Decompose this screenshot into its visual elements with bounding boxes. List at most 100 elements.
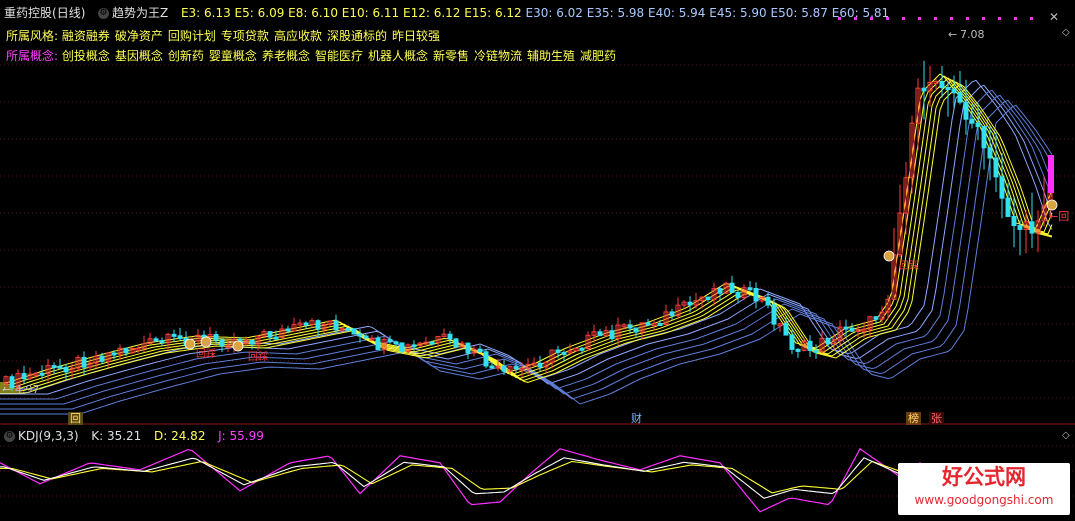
ema-short-value-3: E10: 6.11 [341, 6, 404, 20]
candle-body [627, 324, 633, 329]
cai-marker[interactable]: 财 [629, 412, 644, 425]
concept-tag-5[interactable]: 智能医疗 [315, 49, 363, 63]
candle-body [753, 288, 759, 302]
concept-tag-4[interactable]: 养老概念 [262, 49, 310, 63]
concept-tag-6[interactable]: 机器人概念 [368, 49, 428, 63]
candle-body [315, 320, 321, 330]
candle-body [765, 296, 771, 306]
watermark-logo: 好公式网 www.goodgongshi.com [898, 463, 1070, 515]
candle-body [273, 336, 279, 340]
diamond-icon[interactable]: ◇ [1062, 27, 1070, 38]
candle-body [921, 87, 927, 92]
close-icon[interactable]: ✕ [1049, 10, 1059, 24]
candle-body [669, 311, 675, 317]
indicator-name[interactable]: 趋势为王Z [112, 6, 168, 20]
candle-body [939, 80, 945, 89]
candle-body [729, 282, 735, 293]
top-dot [966, 17, 969, 20]
style-row: 所属风格: 融资融券 破净资产 回购计划 专项贷款 高应收款 深股通标的 昨日较强 [6, 27, 445, 44]
candle-body [387, 339, 393, 343]
kdj-title[interactable]: KDJ(9,3,3) [18, 429, 79, 443]
candle-body [975, 122, 981, 128]
stock-title[interactable]: 重药控股 [4, 6, 52, 20]
style-tag-3[interactable]: 专项贷款 [221, 29, 269, 43]
style-tag-5[interactable]: 深股通标的 [327, 29, 387, 43]
candle-body [645, 322, 651, 326]
concept-tag-3[interactable]: 婴童概念 [209, 49, 257, 63]
style-tag-2[interactable]: 回购计划 [168, 29, 216, 43]
candle-body [111, 352, 117, 356]
candle-body [807, 340, 813, 351]
candle-body [249, 340, 255, 345]
ema-long-value-1: E35: 5.98 [586, 6, 649, 20]
candle-body [999, 176, 1005, 199]
last-candle [1048, 155, 1054, 193]
candle-body [357, 333, 363, 337]
concept-tag-9[interactable]: 辅助生殖 [527, 49, 575, 63]
candle-body [963, 101, 969, 120]
style-tag-6[interactable]: 昨日较强 [392, 29, 440, 43]
ema-short-value-0: E3: 6.13 [180, 6, 235, 20]
candle-body [501, 365, 507, 372]
top-dot [950, 17, 953, 20]
candle-body [177, 335, 183, 340]
signal-label-2: 回踩 [248, 351, 268, 363]
candle-body [873, 316, 879, 320]
ema-short-values: E3: 6.13 E5: 6.09 E8: 6.10 E10: 6.11 E12… [181, 6, 526, 20]
candle-body [285, 328, 291, 332]
candle-body [771, 304, 777, 325]
watermark-title: 好公式网 [942, 465, 1026, 489]
candle-body [957, 92, 963, 103]
kdj-settings-icon[interactable]: ⚙ [4, 431, 15, 442]
concept-tag-0[interactable]: 创投概念 [62, 49, 110, 63]
candle-body [483, 351, 489, 367]
bang-marker[interactable]: 榜 [906, 412, 921, 425]
candle-body [213, 334, 219, 341]
candle-body [411, 344, 417, 348]
hui-marker[interactable]: 回 [68, 412, 83, 425]
high-price-arrow: ← [948, 28, 957, 41]
ema-short-value-5: E15: 6.12 [464, 6, 526, 20]
candle-body [21, 373, 27, 380]
kdj-k-label: K: [91, 429, 104, 443]
indicator-header: 重药控股(日线) ⚙ 趋势为王Z E3: 6.13 E5: 6.09 E8: 6.… [4, 4, 889, 21]
concept-tag-2[interactable]: 创新药 [168, 49, 204, 63]
right-signal-label: ←回 [1049, 210, 1069, 223]
ema-long-value-4: E50: 5.87 [770, 6, 832, 20]
style-tag-4[interactable]: 高应收款 [274, 29, 322, 43]
concept-tag-1[interactable]: 基因概念 [115, 49, 163, 63]
candle-body [993, 157, 999, 178]
concept-tags: 创投概念 基因概念 创新药 婴童概念 养老概念 智能医疗 机器人概念 新零售 冷链物流 辅助生殖减… [62, 49, 621, 63]
ema-long-values: E30: 6.02 E35: 5.98 E40: 5.94 E45: 5.90 … [526, 6, 890, 20]
low-price-arrow: ← [2, 383, 11, 396]
candle-body [657, 323, 663, 327]
candle-body [555, 349, 561, 353]
candle-body [51, 365, 57, 369]
candlesticks [3, 60, 1054, 392]
concept-tag-7[interactable]: 新零售 [433, 49, 469, 63]
candle-body [513, 366, 519, 370]
concept-tag-8[interactable]: 冷链物流 [474, 49, 522, 63]
candle-body [303, 322, 309, 326]
candle-body [1017, 225, 1023, 230]
candle-body [63, 367, 69, 373]
candle-body [735, 291, 741, 299]
style-tag-0[interactable]: 融资融券 [62, 29, 110, 43]
style-tag-1[interactable]: 破净资产 [115, 29, 163, 43]
money-bag-icon [1046, 199, 1058, 211]
concept-tag-10[interactable]: 减肥药 [580, 49, 616, 63]
ema-long-value-0: E30: 6.02 [525, 6, 587, 20]
zhang-marker[interactable]: 张 [929, 412, 944, 425]
candle-body [537, 362, 543, 368]
money-bag-icon [184, 338, 196, 350]
settings-gear-icon[interactable]: ⚙ [98, 8, 110, 19]
candle-body [1029, 221, 1035, 234]
ema-short-value-4: E12: 6.12 [403, 6, 465, 20]
candle-body [981, 126, 987, 149]
money-bag-icon [200, 336, 212, 348]
kdj-j-line [0, 447, 1053, 513]
candle-body [393, 341, 399, 345]
candle-body [789, 334, 795, 350]
candle-body [81, 356, 87, 368]
top-dot [1030, 17, 1033, 20]
